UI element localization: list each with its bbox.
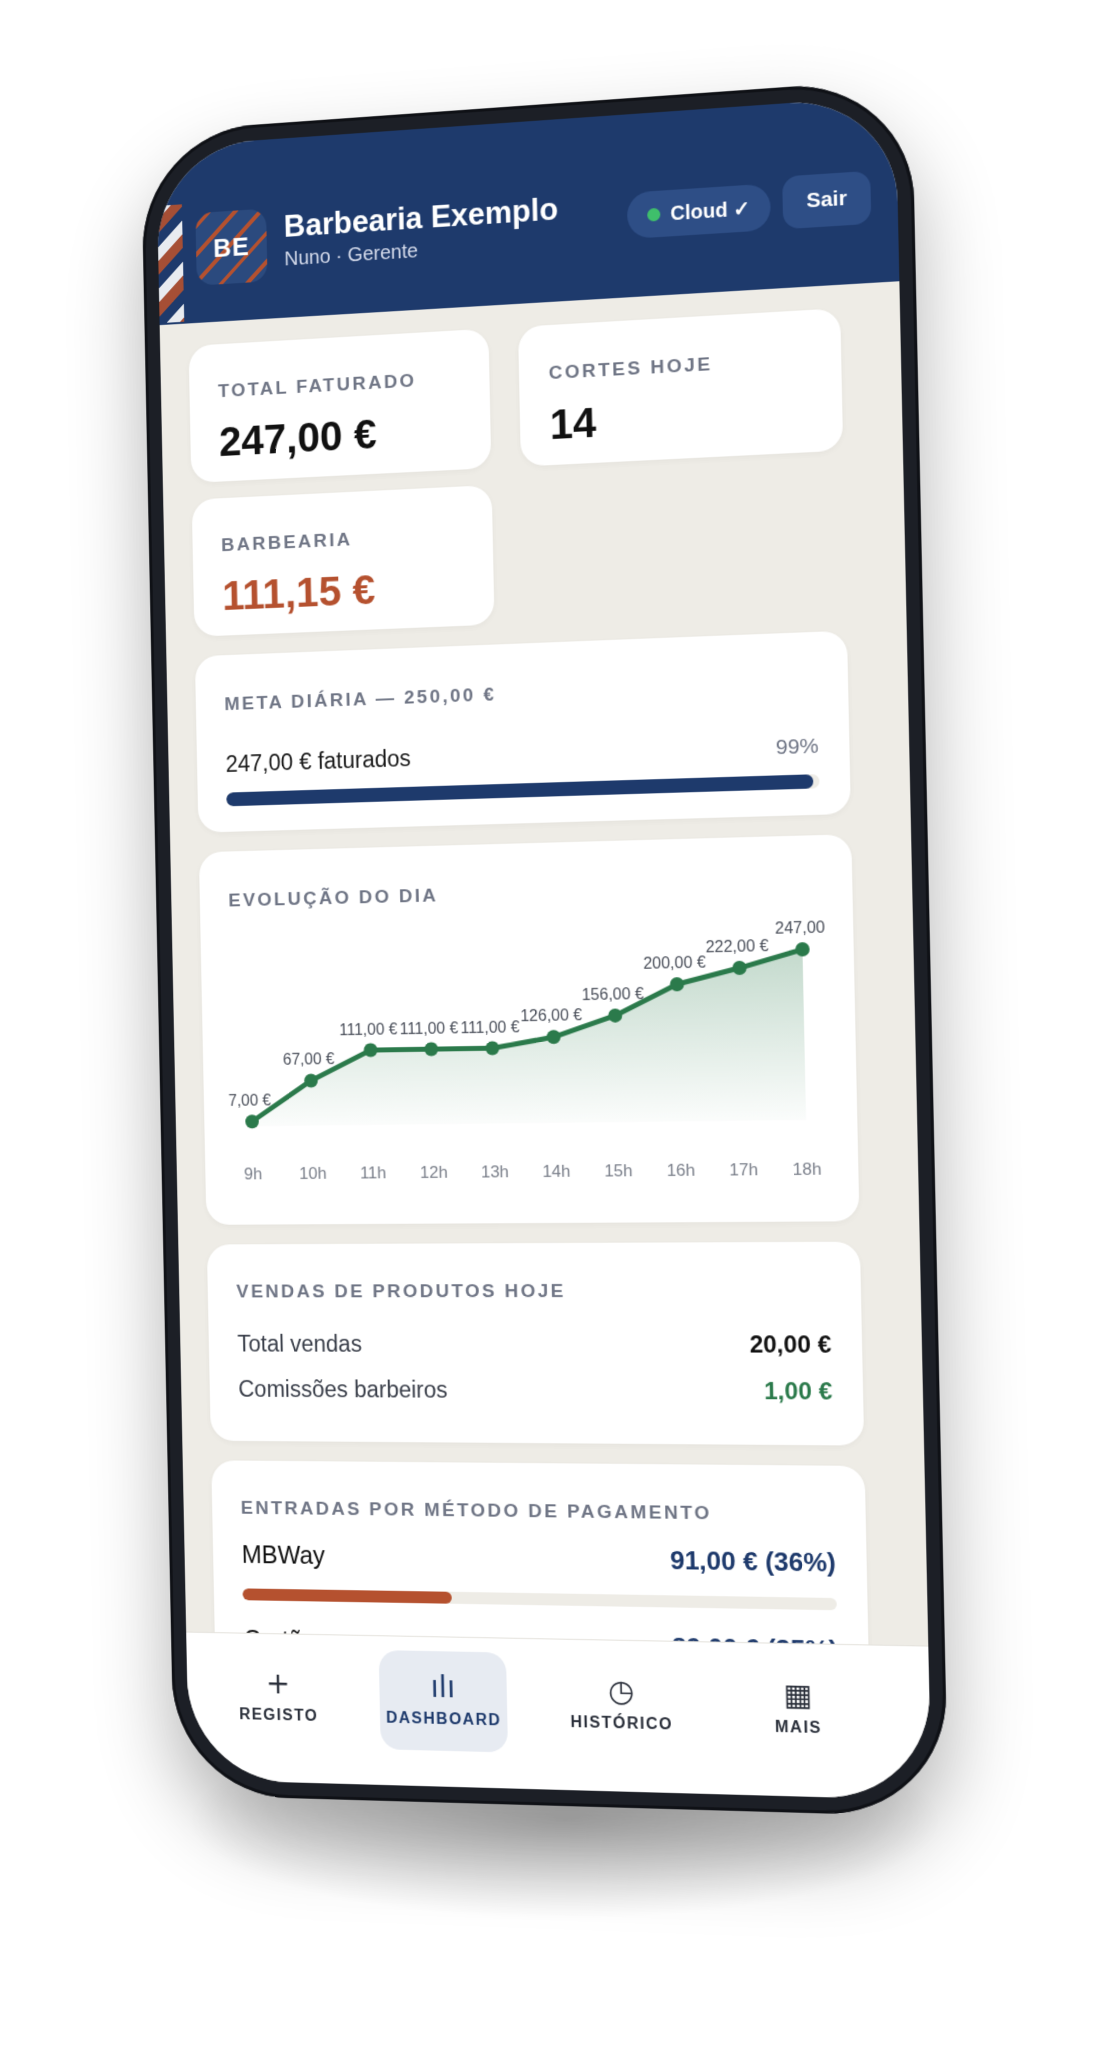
chart-data-label: 156,00 € [582, 986, 645, 1005]
day-evolution-card: EVOLUÇÃO DO DIA 7,00 €9h 67,00 €10h 111,00… [198, 834, 860, 1225]
chart-x-tick-label: 14h [542, 1161, 571, 1181]
chart-data-label: 200,00 € [643, 954, 706, 973]
app-screen: BE Barbearia Exemplo Nuno · Gerente Clou… [156, 95, 932, 1801]
cuts-today-card: CORTES HOJE 14 [518, 308, 844, 467]
chart-data-label: 111,00 € [339, 1021, 398, 1039]
daily-goal-progress-fill [226, 774, 814, 807]
daily-goal-percent: 99% [775, 734, 819, 760]
payment-methods-title: ENTRADAS POR MÉTODO DE PAGAMENTO [240, 1497, 712, 1525]
nav-registo[interactable]: + REGISTO [215, 1647, 342, 1748]
shop-name: Barbearia Exemplo [283, 191, 559, 244]
nav-mais[interactable]: ▦ MAIS [731, 1657, 866, 1762]
total-billed-value: 247,00 € [218, 410, 377, 465]
chart-x-tick-label: 16h [666, 1160, 695, 1180]
nav-dashboard[interactable]: ılı DASHBOARD [378, 1650, 509, 1753]
shop-logo: BE [195, 208, 268, 286]
logout-button[interactable]: Sair [782, 170, 872, 230]
payment-row: MBWay 91,00 € (36%) [241, 1539, 836, 1578]
chart-x-tick-label: 10h [299, 1164, 327, 1183]
total-billed-card: TOTAL FATURADO 247,00 € [188, 328, 492, 484]
shop-share-value: 111,15 € [221, 566, 376, 619]
daily-goal-card: META DIÁRIA — 250,00 € 247,00 € faturado… [194, 630, 851, 833]
chart-x-tick-label: 12h [420, 1163, 448, 1182]
payment-share-fill [242, 1588, 452, 1604]
chart-x-tick-label: 9h [244, 1164, 262, 1183]
nav-historico[interactable]: ◷ HISTÓRICO [555, 1654, 687, 1758]
chart-data-label: 111,00 € [460, 1019, 520, 1037]
clock-icon: ◷ [607, 1673, 635, 1710]
chart-data-label: 67,00 € [283, 1051, 335, 1069]
chart-data-label: 247,00 [775, 919, 826, 938]
nav-mais-label: MAIS [774, 1718, 823, 1738]
payment-method-name: MBWay [241, 1541, 326, 1570]
cuts-today-label: CORTES HOJE [548, 353, 713, 385]
cloud-status-badge[interactable]: Cloud ✓ [626, 183, 771, 240]
product-sales-card: VENDAS DE PRODUTOS HOJE Total vendas 20,… [206, 1241, 865, 1446]
commissions-value: 1,00 € [763, 1377, 833, 1406]
barber-pole-stripes [157, 204, 185, 324]
chart-data-label: 7,00 € [228, 1093, 271, 1111]
chart-data-label: 126,00 € [520, 1007, 582, 1025]
product-sales-total-label: Total vendas [237, 1330, 363, 1357]
chart-icon: ılı [430, 1669, 456, 1706]
logo-initials: BE [212, 230, 250, 263]
commissions-row: Comissões barbeiros 1,00 € [238, 1376, 832, 1407]
payment-share-bar [242, 1588, 837, 1611]
chart-x-tick-label: 13h [481, 1162, 509, 1181]
chart-x-tick-label: 18h [792, 1159, 821, 1179]
nav-historico-label: HISTÓRICO [570, 1713, 674, 1734]
grid-icon: ▦ [782, 1677, 813, 1714]
chart-x-tick-label: 11h [360, 1163, 387, 1182]
chart-x-tick-label: 17h [729, 1160, 758, 1180]
nav-dashboard-label: DASHBOARD [385, 1709, 502, 1730]
product-sales-title: VENDAS DE PRODUTOS HOJE [236, 1281, 566, 1303]
cuts-today-value: 14 [549, 398, 597, 449]
payment-method-value: 91,00 € (36%) [669, 1544, 837, 1578]
chart-area-fill [248, 949, 807, 1127]
shop-share-card: BARBEARIA 111,15 € [191, 485, 495, 637]
cloud-status-dot-icon [647, 207, 661, 222]
daily-goal-row: 247,00 € faturados 99% [225, 731, 819, 777]
plus-icon: + [265, 1666, 291, 1702]
total-billed-label: TOTAL FATURADO [217, 370, 417, 403]
chart-data-label: 111,00 € [399, 1020, 458, 1038]
cloud-status-label: Cloud ✓ [670, 197, 751, 225]
day-evolution-chart: 7,00 € 9h 67,00 € 10h 111,00 € 11h 111,00 € 12h… [228, 919, 826, 1183]
daily-goal-progress-text: 247,00 € faturados [225, 745, 412, 777]
chart-x-tick-label: 15h [604, 1161, 633, 1181]
daily-goal-label: META DIÁRIA — 250,00 € [224, 684, 497, 716]
shop-share-label: BARBEARIA [221, 529, 353, 557]
bottom-navigation: + REGISTO ılı DASHBOARD ◷ HISTÓRICO ▦ MA… [186, 1631, 932, 1801]
nav-registo-label: REGISTO [239, 1706, 319, 1725]
product-sales-total-value: 20,00 € [749, 1331, 832, 1359]
commissions-label: Comissões barbeiros [238, 1376, 448, 1403]
chart-data-label: 222,00 € [705, 938, 769, 957]
phone-mockup: BE Barbearia Exemplo Nuno · Gerente Clou… [140, 78, 949, 1818]
user-role: Nuno · Gerente [284, 240, 419, 271]
daily-goal-progress-bar [226, 774, 820, 807]
product-sales-total-row: Total vendas 20,00 € [237, 1331, 831, 1360]
